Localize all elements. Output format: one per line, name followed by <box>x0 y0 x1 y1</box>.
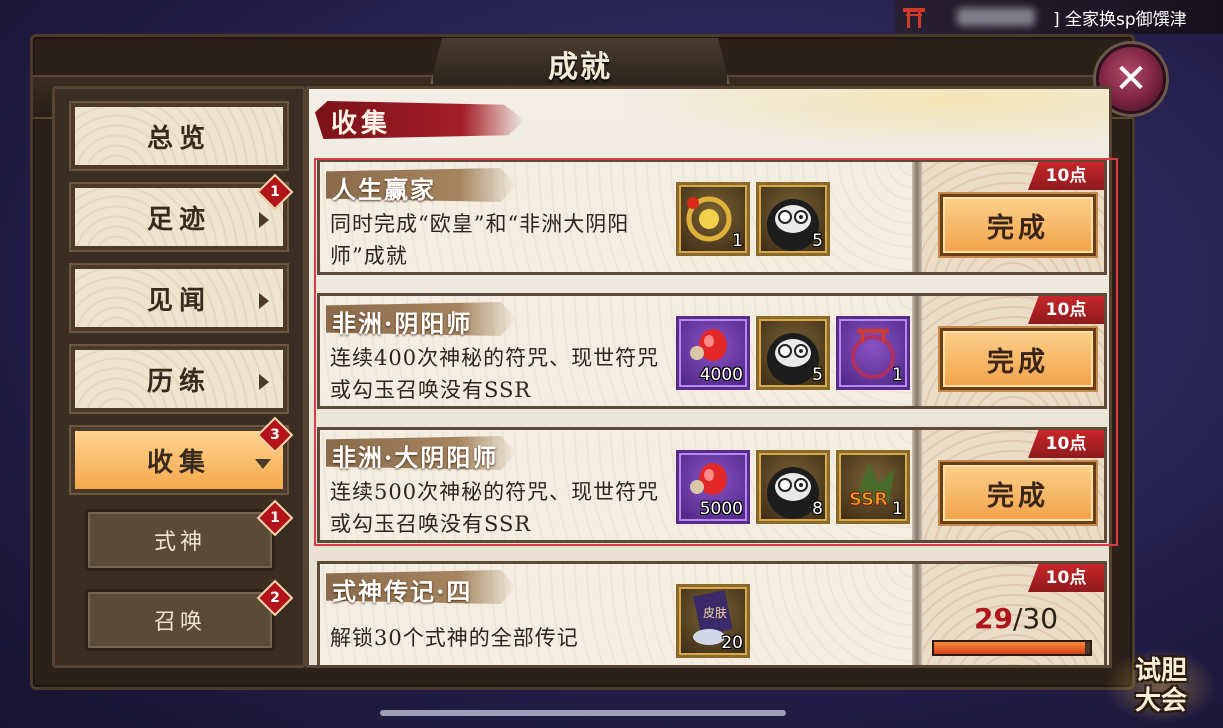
progress-bar <box>932 640 1092 656</box>
complete-button[interactable]: 完成 <box>940 462 1096 524</box>
sidebar-item-overview[interactable]: 总览 <box>71 103 287 169</box>
top-banner[interactable]: ] 全家换sp御馔津 <box>895 0 1223 34</box>
reward-item[interactable]: 1 <box>836 316 910 390</box>
card-divider <box>912 564 922 665</box>
event-logo-line1: 试胆 <box>1134 656 1187 686</box>
reward-count: 1 <box>892 499 903 519</box>
content-panel: 收集 人生赢家 同时完成“欧皇”和“非洲大阴阳师”成就 1 5 10点 完成 非… <box>306 86 1112 668</box>
reward-item[interactable]: 1 <box>676 182 750 256</box>
achievement-title: 式神传记·四 <box>332 577 473 606</box>
svg-text:SSR: SSR <box>849 489 888 510</box>
decorative-wash <box>609 89 1109 149</box>
reward-count: 20 <box>721 633 743 653</box>
home-indicator <box>380 710 786 716</box>
reward-count: 1 <box>732 231 743 251</box>
card-divider <box>912 296 922 406</box>
achievement-desc: 连续400次神秘的符咒、现世符咒或勾玉召唤没有SSR <box>330 346 660 402</box>
reward-item[interactable]: SSR 1 <box>836 450 910 524</box>
achievement-card: 式神传记·四 解锁30个式神的全部传记 皮肤 20 10点 29/30 <box>317 561 1107 665</box>
chevron-right-icon <box>259 293 269 309</box>
sidebar-item-knowledge[interactable]: 见闻 <box>71 265 287 331</box>
achievement-desc: 解锁30个式神的全部传记 <box>330 626 579 650</box>
reward-count: 4000 <box>699 365 743 385</box>
sidebar-subitem-summon[interactable]: 召唤 <box>85 589 275 651</box>
points-tag: 10点 <box>1028 162 1104 190</box>
achievement-title: 非洲·阴阳师 <box>332 309 473 338</box>
page-title: 成就 <box>548 50 612 85</box>
event-logo[interactable]: 试胆 大会 <box>1104 648 1218 724</box>
banner-text: ] 全家换sp御馔津 <box>1053 9 1187 30</box>
torii-icon <box>903 8 925 28</box>
sidebar-item-label: 足迹 <box>146 204 211 235</box>
chevron-right-icon <box>259 374 269 390</box>
reward-count: 5 <box>812 231 823 251</box>
sidebar-item-label: 见闻 <box>146 285 211 316</box>
close-icon: ✕ <box>1114 56 1148 102</box>
reward-item[interactable]: 8 <box>756 450 830 524</box>
reward-count: 5000 <box>699 499 743 519</box>
progress-text: 29/30 <box>974 602 1058 635</box>
achievement-desc: 连续500次神秘的符咒、现世符咒或勾玉召唤没有SSR <box>330 480 660 536</box>
progress-fill <box>934 642 1085 654</box>
chevron-down-icon <box>255 459 271 469</box>
card-body: 非洲·大阴阳师 连续500次神秘的符咒、现世符咒或勾玉召唤没有SSR 5000 <box>320 430 912 540</box>
sidebar-item-label: 收集 <box>146 447 211 478</box>
card-body: 式神传记·四 解锁30个式神的全部传记 皮肤 20 <box>320 564 912 665</box>
achievement-desc: 同时完成“欧皇”和“非洲大阴阳师”成就 <box>330 212 630 268</box>
points-tag: 10点 <box>1028 430 1104 458</box>
card-action-area: 10点 完成 <box>922 296 1104 406</box>
event-logo-line2: 大会 <box>1134 686 1187 716</box>
sidebar-subitem-label: 召唤 <box>153 610 206 635</box>
complete-button[interactable]: 完成 <box>940 328 1096 390</box>
achievement-title: 非洲·大阴阳师 <box>332 443 499 472</box>
reward-item[interactable]: 皮肤 20 <box>676 584 750 658</box>
sidebar: 总览 足迹 1 见闻 历练 收集 3 式神 1 召唤 2 <box>52 86 306 668</box>
achievement-card: 非洲·阴阳师 连续400次神秘的符咒、现世符咒或勾玉召唤没有SSR 4000 5… <box>317 293 1107 409</box>
complete-button[interactable]: 完成 <box>940 194 1096 256</box>
progress-current: 29 <box>974 602 1013 635</box>
reward-item[interactable]: 5 <box>756 316 830 390</box>
redacted-text <box>957 8 1035 26</box>
reward-count: 5 <box>812 365 823 385</box>
card-body: 非洲·阴阳师 连续400次神秘的符咒、现世符咒或勾玉召唤没有SSR 4000 5… <box>320 296 912 406</box>
card-action-area: 10点 29/30 <box>922 564 1104 665</box>
reward-item[interactable]: 5000 <box>676 450 750 524</box>
card-divider <box>912 430 922 540</box>
sidebar-item-footprints[interactable]: 足迹 <box>71 184 287 250</box>
svg-text:皮肤: 皮肤 <box>703 605 727 620</box>
achievement-title: 人生赢家 <box>332 175 436 204</box>
card-divider <box>912 162 922 272</box>
chevron-right-icon <box>259 212 269 228</box>
reward-count: 1 <box>892 365 903 385</box>
sidebar-item-label: 总览 <box>146 123 211 154</box>
progress-max: /30 <box>1012 602 1059 635</box>
sidebar-item-training[interactable]: 历练 <box>71 346 287 412</box>
reward-item[interactable]: 4000 <box>676 316 750 390</box>
sidebar-subitem-shikigami[interactable]: 式神 <box>85 509 275 571</box>
sidebar-item-label: 历练 <box>146 366 211 397</box>
points-tag: 10点 <box>1028 296 1104 324</box>
section-title: 收集 <box>331 109 392 139</box>
achievement-card: 人生赢家 同时完成“欧皇”和“非洲大阴阳师”成就 1 5 10点 完成 <box>317 159 1107 275</box>
reward-count: 8 <box>812 499 823 519</box>
sidebar-subitem-label: 式神 <box>153 530 206 555</box>
sidebar-item-collection[interactable]: 收集 <box>71 427 287 493</box>
card-action-area: 10点 完成 <box>922 430 1104 540</box>
points-tag: 10点 <box>1028 564 1104 592</box>
card-body: 人生赢家 同时完成“欧皇”和“非洲大阴阳师”成就 1 5 <box>320 162 912 272</box>
card-action-area: 10点 完成 <box>922 162 1104 272</box>
reward-item[interactable]: 5 <box>756 182 830 256</box>
achievement-card: 非洲·大阴阳师 连续500次神秘的符咒、现世符咒或勾玉召唤没有SSR 5000 <box>317 427 1107 543</box>
